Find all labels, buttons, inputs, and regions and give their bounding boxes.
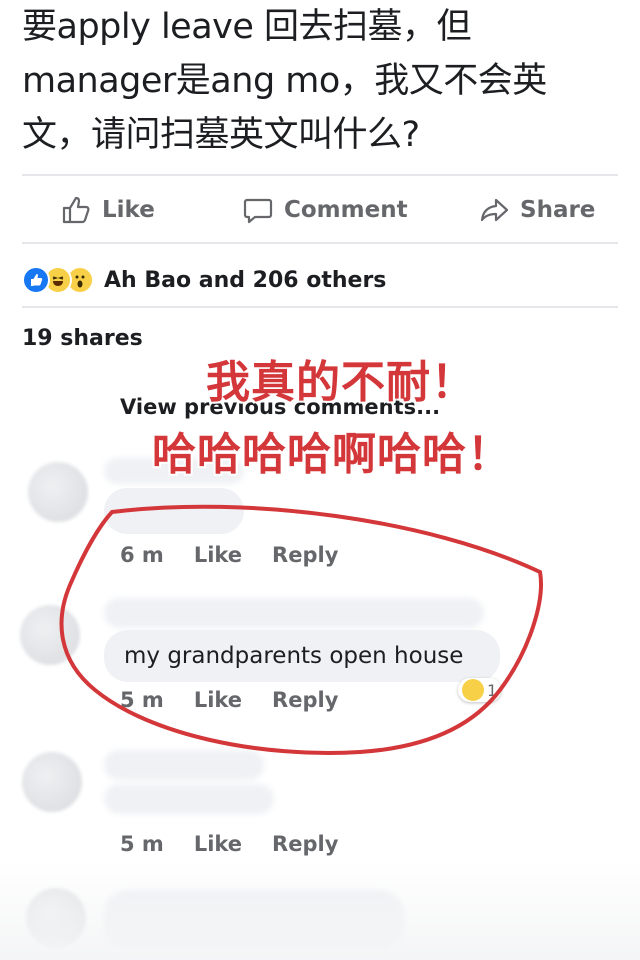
avatar[interactable] xyxy=(28,462,88,522)
comment-bubble: my grandparents open house xyxy=(104,630,500,682)
annotation-text-line-1: 我真的不耐！ xyxy=(206,357,476,408)
post-text-line-3: 文，请问扫墓英文叫什么? xyxy=(22,115,420,155)
comment-like-link[interactable]: Like xyxy=(194,543,242,567)
comment-reply-link[interactable]: Reply xyxy=(272,688,338,712)
shares-count[interactable]: 19 shares xyxy=(22,326,143,351)
divider xyxy=(22,242,618,244)
comment-bubble xyxy=(104,488,244,534)
comment-text: my grandparents open house xyxy=(124,643,464,669)
redacted-commenter-name xyxy=(104,750,264,780)
comment-like-link[interactable]: Like xyxy=(194,688,242,712)
post-text: 要apply leave 回去扫墓，但 manager是ang mo，我又不会英… xyxy=(22,0,622,162)
haha-reaction-icon xyxy=(462,679,484,701)
like-reaction-icon xyxy=(22,266,50,294)
post-text-line-1: 要apply leave 回去扫墓，但 xyxy=(22,7,472,47)
comment-label: Comment xyxy=(284,197,408,223)
annotation-text-line-2: 哈哈哈哈啊哈哈！ xyxy=(152,429,512,480)
comment-meta: 5 m Like Reply xyxy=(120,832,338,856)
like-button[interactable]: Like xyxy=(60,194,155,226)
like-label: Like xyxy=(102,197,155,223)
avatar[interactable] xyxy=(22,752,82,812)
comment-time[interactable]: 6 m xyxy=(120,543,164,567)
action-bar: Like Comment Share xyxy=(0,186,640,236)
bottom-fade xyxy=(0,860,640,960)
thumbs-up-icon xyxy=(60,194,92,226)
avatar[interactable] xyxy=(20,605,80,665)
share-arrow-icon xyxy=(478,194,510,226)
comment-meta: 5 m Like Reply xyxy=(120,688,338,712)
comment-button[interactable]: Comment xyxy=(242,194,408,226)
speech-bubble-icon xyxy=(242,194,274,226)
share-label: Share xyxy=(520,197,596,223)
comment-like-link[interactable]: Like xyxy=(194,832,242,856)
comment-reply-link[interactable]: Reply xyxy=(272,832,338,856)
comment-time[interactable]: 5 m xyxy=(120,688,164,712)
comment-reply-link[interactable]: Reply xyxy=(272,543,338,567)
reactions-summary[interactable]: Ah Bao and 206 others xyxy=(22,264,386,296)
comment-reaction-count: 1 xyxy=(487,680,498,700)
comment-reaction-badge[interactable]: 1 xyxy=(458,678,502,702)
share-button[interactable]: Share xyxy=(478,194,595,226)
redacted-comment-text xyxy=(104,784,274,814)
comment-meta: 6 m Like Reply xyxy=(120,543,338,567)
comment-time[interactable]: 5 m xyxy=(120,832,164,856)
divider xyxy=(22,306,618,308)
redacted-commenter-name xyxy=(104,598,484,628)
reactions-text: Ah Bao and 206 others xyxy=(104,267,387,293)
post-text-line-2: manager是ang mo，我又不会英 xyxy=(22,61,547,101)
divider xyxy=(22,174,618,176)
